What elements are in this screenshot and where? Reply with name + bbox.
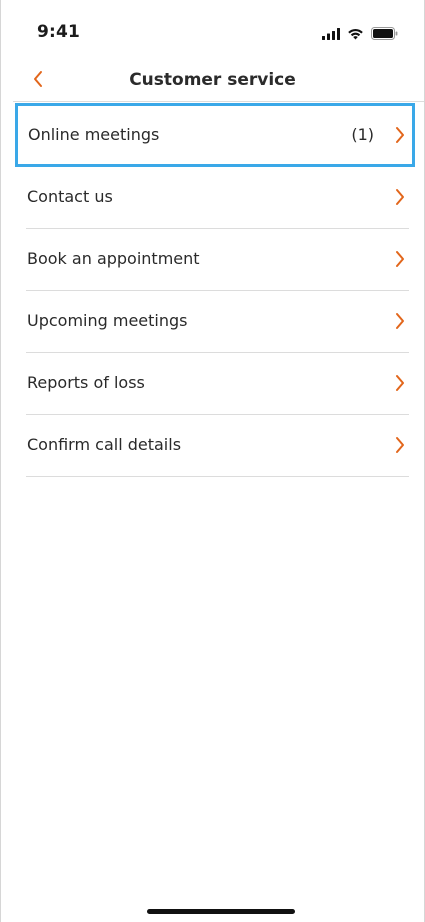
battery-icon — [371, 25, 398, 44]
chevron-right-icon — [393, 250, 407, 268]
menu-item-label: Book an appointment — [27, 249, 200, 268]
chevron-right-icon — [393, 312, 407, 330]
status-time: 9:41 — [37, 22, 81, 42]
menu-item-label: Online meetings — [28, 125, 160, 144]
menu-item-label: Reports of loss — [27, 373, 145, 392]
menu-item-label: Confirm call details — [27, 435, 182, 454]
signal-icon — [322, 25, 340, 44]
chevron-right-icon — [393, 436, 407, 454]
phone-screen: 9:41 Customer service Online meetings (1… — [0, 0, 425, 922]
wifi-icon — [347, 25, 364, 44]
menu-item-reports-of-loss[interactable]: Reports of loss — [26, 353, 409, 415]
menu-item-book-appointment[interactable]: Book an appointment — [26, 229, 409, 291]
menu-item-online-meetings[interactable]: Online meetings (1) — [15, 103, 415, 167]
header-divider — [13, 101, 424, 102]
chevron-right-icon — [393, 126, 407, 144]
home-indicator[interactable] — [147, 909, 295, 914]
menu-item-label: Contact us — [27, 187, 113, 206]
page-title: Customer service — [129, 70, 296, 90]
menu-item-label: Upcoming meetings — [27, 311, 188, 330]
chevron-right-icon — [393, 374, 407, 392]
menu-item-upcoming-meetings[interactable]: Upcoming meetings — [26, 291, 409, 353]
navigation-bar: Customer service — [1, 62, 424, 100]
customer-service-menu: Online meetings (1) Contact us Book an a… — [1, 103, 424, 477]
menu-item-contact-us[interactable]: Contact us — [26, 167, 409, 229]
chevron-right-icon — [393, 188, 407, 206]
status-bar: 9:41 — [1, 0, 424, 64]
menu-item-count-badge: (1) — [351, 125, 374, 144]
menu-item-confirm-call-details[interactable]: Confirm call details — [26, 415, 409, 477]
status-icons — [322, 25, 398, 44]
